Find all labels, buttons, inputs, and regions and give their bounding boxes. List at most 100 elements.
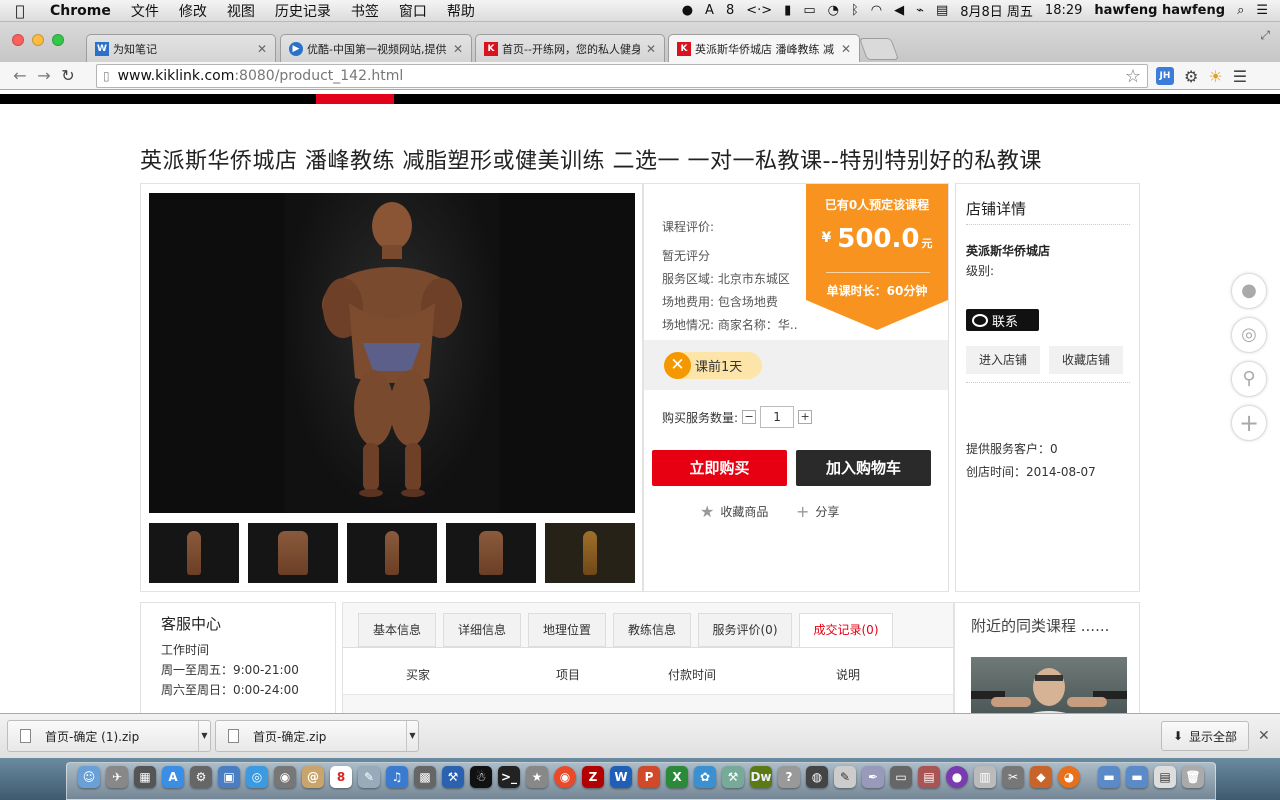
- location-pin-icon[interactable]: ⚲: [1231, 361, 1267, 397]
- filezilla-icon[interactable]: Z: [582, 766, 604, 788]
- reload-icon[interactable]: ↻: [56, 66, 80, 85]
- gallery-thumbnail[interactable]: [248, 523, 338, 583]
- wifi-icon[interactable]: ◠: [871, 3, 882, 18]
- notes-icon[interactable]: ✎: [358, 766, 380, 788]
- menubar-user[interactable]: hawfeng hawfeng: [1094, 3, 1225, 18]
- app-store-icon[interactable]: A: [162, 766, 184, 788]
- menu-help[interactable]: 帮助: [437, 1, 485, 21]
- word-icon[interactable]: W: [610, 766, 632, 788]
- trash-icon[interactable]: 🗑: [1182, 766, 1204, 788]
- show-all-downloads-button[interactable]: ⬇ 显示全部: [1161, 721, 1249, 751]
- chrome-icon[interactable]: ◉: [554, 766, 576, 788]
- menu-file[interactable]: 文件: [121, 1, 169, 21]
- preview-icon[interactable]: ▣: [218, 766, 240, 788]
- excel-icon[interactable]: X: [666, 766, 688, 788]
- menu-app-chrome[interactable]: Chrome: [40, 3, 121, 19]
- favorite-product-link[interactable]: ★ 收藏商品: [700, 502, 768, 521]
- user-icon[interactable]: ●: [1231, 273, 1267, 309]
- tab-kiklink-home[interactable]: K 首页--开练网，您的私人健身 ✕: [475, 34, 665, 62]
- jh-extension-icon[interactable]: JH: [1156, 67, 1174, 85]
- us-flag-icon[interactable]: ▤: [936, 3, 948, 18]
- gallery-thumbnail[interactable]: [446, 523, 536, 583]
- file-stack-icon[interactable]: ▤: [1154, 766, 1176, 788]
- quantity-decrease-button[interactable]: −: [742, 410, 757, 424]
- back-arrow-icon[interactable]: ←: [8, 66, 32, 85]
- contact-button[interactable]: 联系: [966, 309, 1039, 331]
- spotlight-search-icon[interactable]: ⌕: [1237, 3, 1244, 18]
- volume-icon[interactable]: ◀: [894, 3, 904, 18]
- new-tab-button[interactable]: [858, 38, 900, 60]
- address-bar[interactable]: ▯ www.kiklink.com:8080/product_142.html …: [96, 64, 1148, 88]
- dreamweaver-icon[interactable]: Dw: [750, 766, 772, 788]
- firefox-icon[interactable]: ◕: [1058, 766, 1080, 788]
- facetime-icon[interactable]: ◉: [274, 766, 296, 788]
- shop-name[interactable]: 英派斯华侨城店: [966, 242, 1050, 259]
- photo-booth-icon[interactable]: ▩: [414, 766, 436, 788]
- chevron-down-icon[interactable]: ▼: [406, 721, 418, 751]
- tab-transaction-records[interactable]: 成交记录(0): [799, 613, 893, 648]
- tab-youku[interactable]: ▶ 优酷-中国第一视频网站,提供 ✕: [280, 34, 472, 62]
- menu-view[interactable]: 视图: [217, 1, 265, 21]
- mission-control-icon[interactable]: ▦: [134, 766, 156, 788]
- minimize-window-icon[interactable]: [32, 34, 44, 46]
- tab-basic-info[interactable]: 基本信息: [358, 613, 436, 647]
- download-item[interactable]: 首页-确定 (1).zip ▼: [7, 720, 211, 752]
- powerpoint-icon[interactable]: P: [638, 766, 660, 788]
- menu-window[interactable]: 窗口: [389, 1, 437, 21]
- bluetooth-icon[interactable]: ᛒ: [851, 3, 859, 18]
- notification-list-icon[interactable]: ☰: [1256, 3, 1268, 18]
- sphere-app-icon[interactable]: ●: [946, 766, 968, 788]
- itunes-icon[interactable]: ♫: [386, 766, 408, 788]
- finder-icon[interactable]: ☺: [78, 766, 100, 788]
- charging-icon[interactable]: ⌁: [916, 3, 924, 18]
- qq-icon[interactable]: ☃: [470, 766, 492, 788]
- menu-edit[interactable]: 修改: [169, 1, 217, 21]
- messenger-icon[interactable]: ✿: [694, 766, 716, 788]
- launchpad-icon[interactable]: ✈: [106, 766, 128, 788]
- apple-menu-icon[interactable]: : [0, 2, 40, 20]
- dvd-player-icon[interactable]: ◍: [806, 766, 828, 788]
- textedit-icon[interactable]: ✎: [834, 766, 856, 788]
- tab-product-active[interactable]: K 英派斯华侨城店 潘峰教练 减 ✕: [668, 34, 860, 63]
- terminal-icon[interactable]: >_: [498, 766, 520, 788]
- page-info-icon[interactable]: ▯: [103, 69, 110, 83]
- fullscreen-icon[interactable]: ⤢: [1260, 28, 1270, 43]
- tab-location[interactable]: 地理位置: [528, 613, 606, 647]
- zoom-window-icon[interactable]: [52, 34, 64, 46]
- xcode-icon[interactable]: ⚒: [442, 766, 464, 788]
- tab-close-icon[interactable]: ✕: [841, 42, 851, 56]
- close-downloads-icon[interactable]: ✕: [1258, 728, 1270, 744]
- tool-icon[interactable]: ✂: [1002, 766, 1024, 788]
- bookmark-star-icon[interactable]: ☆: [1125, 66, 1141, 87]
- tab-detailed-info[interactable]: 详细信息: [443, 613, 521, 647]
- calendar-icon[interactable]: 8: [330, 766, 352, 788]
- lock-icon[interactable]: ▮: [784, 3, 791, 18]
- presentation-icon[interactable]: ▤: [918, 766, 940, 788]
- script-editor-icon[interactable]: ✒: [862, 766, 884, 788]
- favorite-shop-button[interactable]: 收藏店铺: [1049, 346, 1123, 374]
- safari-icon[interactable]: ◎: [246, 766, 268, 788]
- tab-coach-info[interactable]: 教练信息: [613, 613, 691, 647]
- chat-icon[interactable]: ◎: [1231, 317, 1267, 353]
- qq-status-icon[interactable]: ●: [682, 3, 693, 18]
- main-product-image[interactable]: [149, 193, 635, 513]
- download-item[interactable]: 首页-确定.zip ▼: [215, 720, 419, 752]
- nearby-course-image[interactable]: [971, 657, 1127, 713]
- document-icon[interactable]: ▥: [974, 766, 996, 788]
- weather-extension-icon[interactable]: ☀: [1208, 67, 1222, 86]
- tab-close-icon[interactable]: ✕: [646, 42, 656, 56]
- code-icon[interactable]: <·>: [746, 3, 772, 18]
- time-machine-icon[interactable]: ◔: [828, 3, 839, 18]
- share-link[interactable]: + 分享: [796, 502, 839, 521]
- add-to-cart-button[interactable]: 加入购物车: [796, 450, 931, 486]
- quantity-input[interactable]: 1: [760, 406, 795, 428]
- menubar-time[interactable]: 18:29: [1045, 3, 1082, 18]
- tab-close-icon[interactable]: ✕: [453, 42, 463, 56]
- menubar-date[interactable]: 8月8日 周五: [960, 1, 1033, 20]
- menu-bookmarks[interactable]: 书签: [341, 1, 389, 21]
- star-app-icon[interactable]: ★: [526, 766, 548, 788]
- documents-folder-icon[interactable]: ▬: [1126, 766, 1148, 788]
- add-icon[interactable]: +: [1231, 405, 1267, 441]
- forward-arrow-icon[interactable]: →: [32, 66, 56, 85]
- applications-folder-icon[interactable]: ▬: [1098, 766, 1120, 788]
